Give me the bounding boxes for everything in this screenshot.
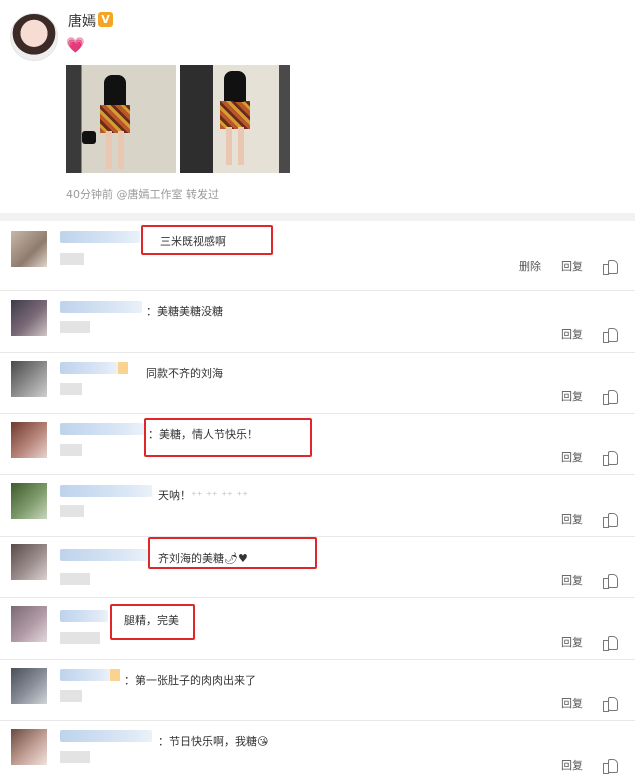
commenter-avatar[interactable] [11,483,47,519]
comment-blur [60,321,90,333]
commenter-avatar[interactable] [11,361,47,397]
comment-blur [60,383,82,395]
comment-text: 天呐！⁺⁺ ⁺⁺ ⁺⁺ ⁺⁺ [158,489,248,502]
comment-text: 同款不齐的刘海 [146,367,223,380]
comment-actions: 删除 回复 [519,258,618,275]
like-icon[interactable] [603,512,618,528]
like-icon[interactable] [603,327,618,343]
highlight-box [110,604,195,640]
comment-actions: 回复 [561,695,618,712]
commenter-name[interactable] [60,610,108,622]
delete-button[interactable]: 删除 [519,258,541,274]
reply-button[interactable]: 回复 [561,695,583,711]
commenter-name[interactable] [60,549,148,561]
commenter-avatar[interactable] [11,300,47,336]
comment-text: ：美糖美糖没糖 [146,305,223,318]
post-photo-1[interactable] [66,65,176,173]
commenter-avatar[interactable] [11,544,47,580]
commenter-name[interactable] [60,231,140,243]
comment-item: 同款不齐的刘海 回复 [0,353,635,414]
section-divider [0,213,635,221]
like-icon[interactable] [603,635,618,651]
like-icon[interactable] [603,696,618,712]
highlight-box [144,418,312,457]
reply-button[interactable]: 回复 [561,757,583,773]
comment-item: 腿精，完美 回复 [0,598,635,660]
comment-item: 三米既视感啊 删除 回复 [0,221,635,291]
weibo-post: 唐嫣 V 💗 40分钟前 @唐嫣工作室 转发过 [0,0,635,214]
commenter-tag [118,362,128,374]
commenter-name[interactable] [60,730,152,742]
highlight-box [141,225,273,255]
like-icon[interactable] [603,389,618,405]
commenter-name[interactable] [60,485,152,497]
commenter-avatar[interactable] [11,606,47,642]
comment-actions: 回复 [561,511,618,528]
author-avatar[interactable] [10,13,58,61]
comment-blur [60,253,84,265]
comment-item: ：美糖，情人节快乐！ 回复 [0,414,635,475]
post-photo-2[interactable] [180,65,290,173]
kiss-emoji-icon: 😘 [257,735,269,748]
comment-actions: 回复 [561,634,618,651]
author-name[interactable]: 唐嫣 [68,11,96,31]
comment-item: 齐刘海的美糖🌶♥ 回复 [0,537,635,598]
comment-item: ：第一张肚子的肉肉出来了 回复 [0,660,635,721]
reply-button[interactable]: 回复 [561,634,583,650]
like-icon[interactable] [603,259,618,275]
comment-actions: 回复 [561,449,618,466]
like-icon[interactable] [603,758,618,774]
comment-item: 天呐！⁺⁺ ⁺⁺ ⁺⁺ ⁺⁺ 回复 [0,475,635,537]
heart-icon: 💗 [66,36,85,54]
like-icon[interactable] [603,573,618,589]
comment-text: ：第一张肚子的肉肉出来了 [124,674,256,687]
comment-text: ：节日快乐啊，我糖😘 [158,735,269,748]
commenter-name[interactable] [60,362,118,374]
commenter-avatar[interactable] [11,729,47,765]
verified-badge-icon: V [98,12,113,27]
commenter-tag [110,669,120,681]
commenter-name[interactable] [60,423,144,435]
comment-blur [60,751,90,763]
comment-blur [60,690,82,702]
reply-button[interactable]: 回复 [561,326,583,342]
comment-actions: 回复 [561,326,618,343]
comment-item: ：节日快乐啊，我糖😘 回复 [0,721,635,776]
comment-item: ：美糖美糖没糖 回复 [0,291,635,353]
post-meta: 40分钟前 @唐嫣工作室 转发过 [66,188,219,201]
comment-blur [60,505,84,517]
commenter-avatar[interactable] [11,422,47,458]
comment-blur [60,632,100,644]
reply-button[interactable]: 回复 [561,388,583,404]
commenter-name[interactable] [60,669,110,681]
sparkle-icon: ⁺⁺ ⁺⁺ ⁺⁺ ⁺⁺ [191,489,248,502]
commenter-avatar[interactable] [11,668,47,704]
commenter-name[interactable] [60,301,142,313]
highlight-box [148,537,317,569]
reply-button[interactable]: 回复 [561,258,583,274]
reply-button[interactable]: 回复 [561,511,583,527]
comment-actions: 回复 [561,572,618,589]
reply-button[interactable]: 回复 [561,572,583,588]
comment-blur [60,573,90,585]
comment-blur [60,444,82,456]
comment-actions: 回复 [561,757,618,774]
commenter-avatar[interactable] [11,231,47,267]
like-icon[interactable] [603,450,618,466]
reply-button[interactable]: 回复 [561,449,583,465]
comment-actions: 回复 [561,388,618,405]
